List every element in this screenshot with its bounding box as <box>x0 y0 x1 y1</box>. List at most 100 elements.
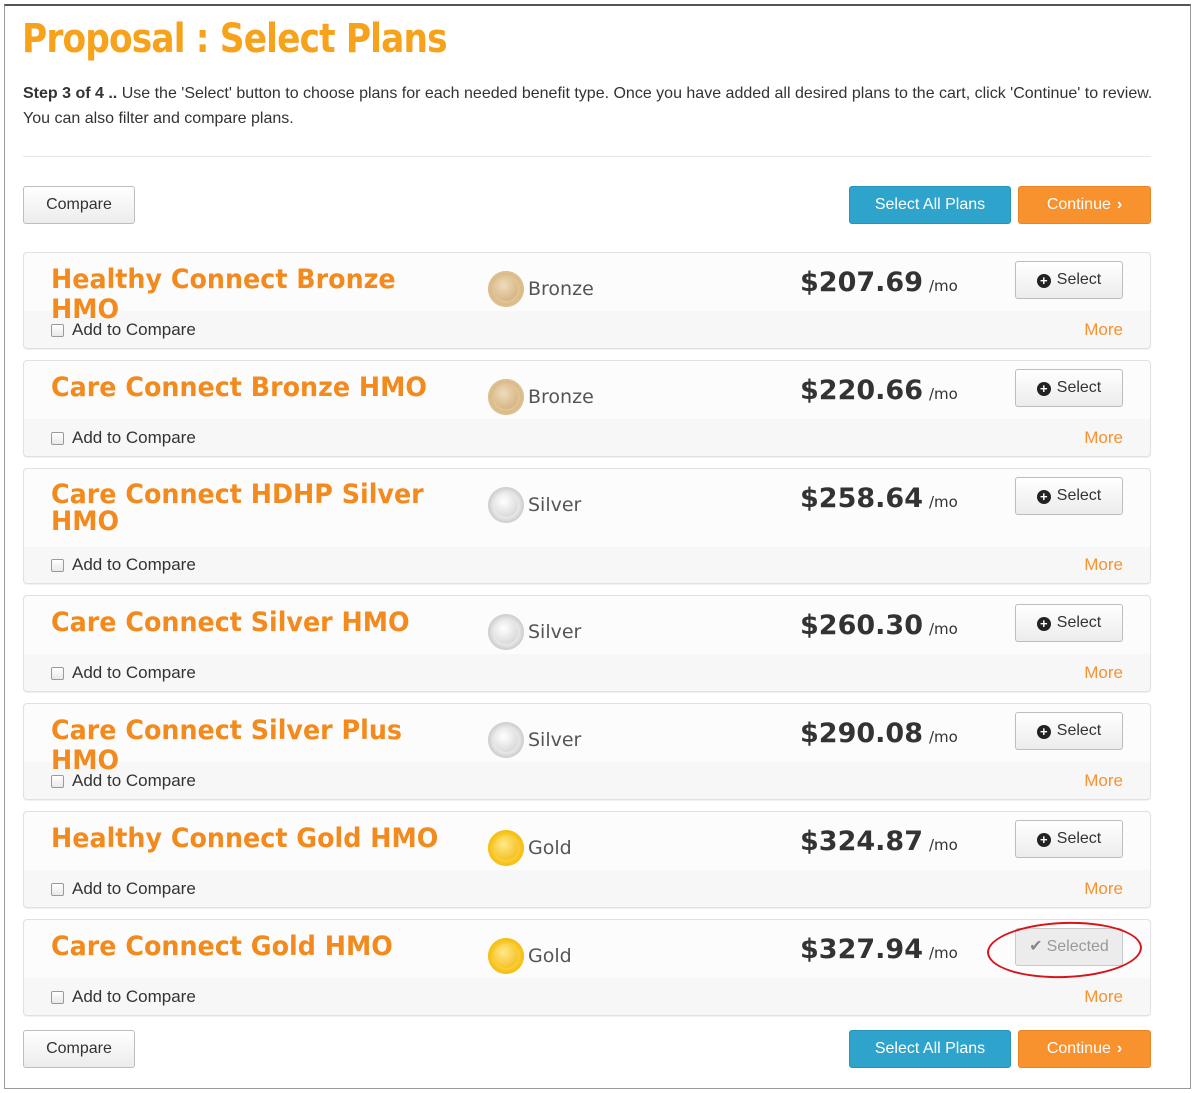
price-amount: $207.69 <box>800 267 923 298</box>
add-to-compare-checkbox[interactable] <box>51 431 64 445</box>
plan-name: Care Connect HDHP Silver HMO <box>51 479 424 537</box>
metal-label: Silver <box>528 729 582 751</box>
select-label: Select <box>1056 614 1102 631</box>
continue-button[interactable]: Continue › <box>1018 186 1151 224</box>
metal-tier: Gold <box>488 938 572 974</box>
select-plan-button[interactable]: + Select <box>1015 261 1123 299</box>
add-to-compare-checkbox[interactable] <box>51 666 64 680</box>
select-plan-button[interactable]: + Select <box>1015 369 1123 407</box>
price-period: /mo <box>928 385 958 403</box>
silver-medal-icon <box>488 614 524 650</box>
select-plan-button[interactable]: + Select <box>1015 477 1123 515</box>
plus-circle-icon: + <box>1036 617 1051 631</box>
add-to-compare[interactable]: Add to Compare <box>51 663 196 683</box>
add-to-compare-checkbox[interactable] <box>51 990 64 1004</box>
price-period: /mo <box>928 277 958 295</box>
compare-button-bottom[interactable]: Compare <box>23 1030 135 1068</box>
add-to-compare[interactable]: Add to Compare <box>51 879 196 899</box>
plan-name: Healthy Connect Bronze HMO <box>51 264 396 325</box>
silver-medal-icon <box>488 487 524 523</box>
select-label: Select <box>1056 830 1102 847</box>
metal-label: Silver <box>528 494 582 516</box>
metal-tier: Bronze <box>488 379 594 415</box>
plan-card: Healthy Connect Bronze HMO Bronze $207.6… <box>23 252 1151 349</box>
add-to-compare-label: Add to Compare <box>72 555 196 574</box>
add-to-compare-checkbox[interactable] <box>51 558 64 572</box>
select-label: Select <box>1056 379 1102 396</box>
more-link[interactable]: More <box>1084 771 1123 791</box>
price-amount: $260.30 <box>800 610 923 641</box>
plan-price: $290.08/mo <box>800 718 958 749</box>
more-link[interactable]: More <box>1084 428 1123 448</box>
plan-card: Healthy Connect Gold HMO Gold $324.87/mo… <box>23 811 1151 908</box>
metal-label: Silver <box>528 621 582 643</box>
plan-price: $207.69/mo <box>800 267 958 298</box>
select-label: Select <box>1056 722 1102 739</box>
step-label: Step 3 of 4 .. <box>23 85 118 102</box>
price-period: /mo <box>928 493 958 511</box>
compare-button[interactable]: Compare <box>23 186 135 224</box>
divider <box>23 156 1151 157</box>
plan-card: Care Connect Gold HMO Gold $327.94/mo ✔ S… <box>23 919 1151 1016</box>
metal-label: Bronze <box>528 386 594 408</box>
plan-price: $327.94/mo <box>800 934 958 965</box>
add-to-compare-label: Add to Compare <box>72 987 196 1006</box>
add-to-compare[interactable]: Add to Compare <box>51 771 196 791</box>
add-to-compare-label: Add to Compare <box>72 663 196 682</box>
plan-price: $324.87/mo <box>800 826 958 857</box>
add-to-compare-checkbox[interactable] <box>51 323 64 337</box>
add-to-compare[interactable]: Add to Compare <box>51 987 196 1007</box>
metal-tier: Silver <box>488 487 581 523</box>
plan-name: Care Connect Bronze HMO <box>51 372 428 403</box>
gold-medal-icon <box>488 830 524 866</box>
price-amount: $324.87 <box>800 826 923 857</box>
metal-tier: Silver <box>488 722 581 758</box>
plan-price: $258.64/mo <box>800 483 958 514</box>
more-link[interactable]: More <box>1084 879 1123 899</box>
chevron-right-icon: › <box>1116 196 1123 213</box>
select-plan-button[interactable]: + Select <box>1015 604 1123 642</box>
price-period: /mo <box>928 944 958 962</box>
more-link[interactable]: More <box>1084 987 1123 1007</box>
more-link[interactable]: More <box>1084 555 1123 575</box>
price-amount: $327.94 <box>800 934 923 965</box>
chevron-right-icon: › <box>1116 1040 1123 1057</box>
plan-name: Care Connect Silver Plus HMO <box>51 715 403 776</box>
add-to-compare-label: Add to Compare <box>72 320 196 339</box>
add-to-compare-checkbox[interactable] <box>51 882 64 896</box>
select-all-plans-button-bottom[interactable]: Select All Plans <box>849 1030 1011 1068</box>
add-to-compare[interactable]: Add to Compare <box>51 555 196 575</box>
price-amount: $290.08 <box>800 718 923 749</box>
plan-name: Care Connect Gold HMO <box>51 931 393 962</box>
plan-name: Care Connect Silver HMO <box>51 607 410 638</box>
more-link[interactable]: More <box>1084 320 1123 340</box>
continue-label: Continue <box>1046 1040 1111 1057</box>
plan-name: Healthy Connect Gold HMO <box>51 823 439 854</box>
add-to-compare[interactable]: Add to Compare <box>51 320 196 340</box>
add-to-compare-label: Add to Compare <box>72 879 196 898</box>
plus-circle-icon: + <box>1036 725 1051 739</box>
continue-button-bottom[interactable]: Continue › <box>1018 1030 1151 1068</box>
add-to-compare[interactable]: Add to Compare <box>51 428 196 448</box>
select-all-plans-button[interactable]: Select All Plans <box>849 186 1011 224</box>
metal-tier: Bronze <box>488 271 594 307</box>
plus-circle-icon: + <box>1036 490 1051 504</box>
select-plan-button[interactable]: + Select <box>1015 820 1123 858</box>
add-to-compare-checkbox[interactable] <box>51 774 64 788</box>
select-plan-button[interactable]: + Select <box>1015 712 1123 750</box>
silver-medal-icon <box>488 722 524 758</box>
plan-price: $220.66/mo <box>800 375 958 406</box>
more-link[interactable]: More <box>1084 663 1123 683</box>
select-label: Select <box>1056 271 1102 288</box>
gold-medal-icon <box>488 938 524 974</box>
metal-label: Gold <box>528 945 572 967</box>
plan-card: Care Connect Bronze HMO Bronze $220.66/m… <box>23 360 1151 457</box>
page-title: Proposal : Select Plans <box>22 16 448 62</box>
add-to-compare-label: Add to Compare <box>72 771 196 790</box>
metal-tier: Gold <box>488 830 572 866</box>
plan-price: $260.30/mo <box>800 610 958 641</box>
select-label: Select <box>1056 487 1102 504</box>
plan-card: Care Connect Silver HMO Silver $260.30/m… <box>23 595 1151 692</box>
plus-circle-icon: + <box>1036 833 1051 847</box>
plan-card: Care Connect Silver Plus HMO Silver $290… <box>23 703 1151 800</box>
